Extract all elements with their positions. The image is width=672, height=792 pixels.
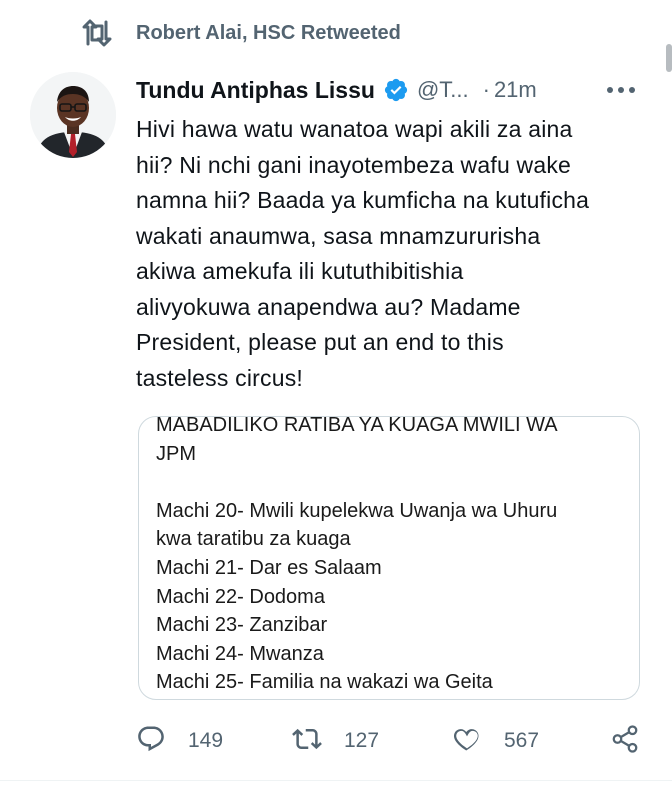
schedule-line: Machi 21- Dar es Salaam bbox=[156, 556, 382, 579]
author-handle[interactable]: @T... bbox=[417, 77, 469, 103]
schedule-line: Machi 22- Dodoma bbox=[156, 585, 325, 608]
tweet-text-line: akiwa amekufa ili kututhibitishia bbox=[136, 258, 464, 284]
schedule-title-line: JPM bbox=[156, 442, 196, 465]
reply-icon bbox=[136, 724, 166, 759]
tweet[interactable]: Robert Alai, HSC Retweeted Tundu Antipha… bbox=[0, 0, 672, 792]
schedule-image-text: MABADILIKO RATIBA YA KUAGA MWILI WA JPM … bbox=[156, 416, 634, 697]
retweet-icon bbox=[292, 724, 322, 759]
tweet-text-line: President, please put an end to this bbox=[136, 329, 504, 355]
schedule-line: Machi 23- Zanzibar bbox=[156, 614, 328, 637]
scrollbar-thumb[interactable] bbox=[666, 44, 672, 72]
tweet-text-line: namna hii? Baada ya kumficha na kutufich… bbox=[136, 187, 590, 213]
tweet-text-line: wakati anaumwa, sasa mnamzururisha bbox=[136, 222, 541, 249]
tweet-timestamp[interactable]: 21m bbox=[494, 77, 537, 103]
tweet-divider bbox=[0, 780, 672, 781]
tweet-text-line: alivyokuwa anapendwa au? Madame bbox=[136, 293, 521, 320]
tweet-text-line: hii? Ni nchi gani inayotembeza wafu wake bbox=[136, 151, 572, 178]
tweet-text: Hivi hawa watu wanatoa wapi akili za ain… bbox=[136, 112, 646, 396]
like-button[interactable]: 567 bbox=[452, 724, 539, 758]
retweet-count: 127 bbox=[344, 729, 380, 752]
reply-button[interactable]: 149 bbox=[136, 724, 223, 758]
schedule-line: Machi 25- Familia na wakazi wa Geita bbox=[156, 671, 493, 694]
author-name[interactable]: Tundu Antiphas Lissu bbox=[136, 77, 375, 104]
retweeted-by-label[interactable]: Robert Alai, HSC Retweeted bbox=[136, 22, 401, 45]
schedule-title-line: MABADILIKO RATIBA YA KUAGA MWILI WA bbox=[156, 416, 558, 436]
separator-dot: · bbox=[482, 77, 490, 102]
tweet-text-line: Hivi hawa watu wanatoa wapi akili za ain… bbox=[136, 116, 573, 142]
reply-count: 149 bbox=[188, 729, 224, 752]
schedule-line: Machi 20- Mwili kupelekwa Uwanja wa Uhur… bbox=[156, 499, 558, 522]
tweet-header: Tundu Antiphas Lissu @T... · 21m bbox=[136, 74, 642, 106]
schedule-line: Machi 24- Mwanza bbox=[156, 642, 324, 665]
tweet-text-line: tasteless circus! bbox=[136, 364, 304, 391]
schedule-line: kwa taratibu za kuaga bbox=[156, 528, 351, 551]
avatar[interactable] bbox=[30, 72, 116, 158]
social-context[interactable]: Robert Alai, HSC Retweeted bbox=[80, 18, 401, 48]
share-button[interactable] bbox=[610, 724, 640, 758]
retweet-button[interactable]: 127 bbox=[292, 724, 379, 758]
retweet-icon bbox=[80, 18, 114, 48]
heart-icon bbox=[452, 724, 482, 759]
attached-image[interactable]: MABADILIKO RATIBA YA KUAGA MWILI WA JPM … bbox=[138, 416, 640, 700]
verified-badge-icon bbox=[383, 77, 409, 103]
share-icon bbox=[610, 724, 640, 759]
more-options-icon[interactable] bbox=[604, 78, 638, 102]
tweet-actions: 149 127 567 bbox=[136, 724, 646, 758]
like-count: 567 bbox=[504, 729, 540, 752]
